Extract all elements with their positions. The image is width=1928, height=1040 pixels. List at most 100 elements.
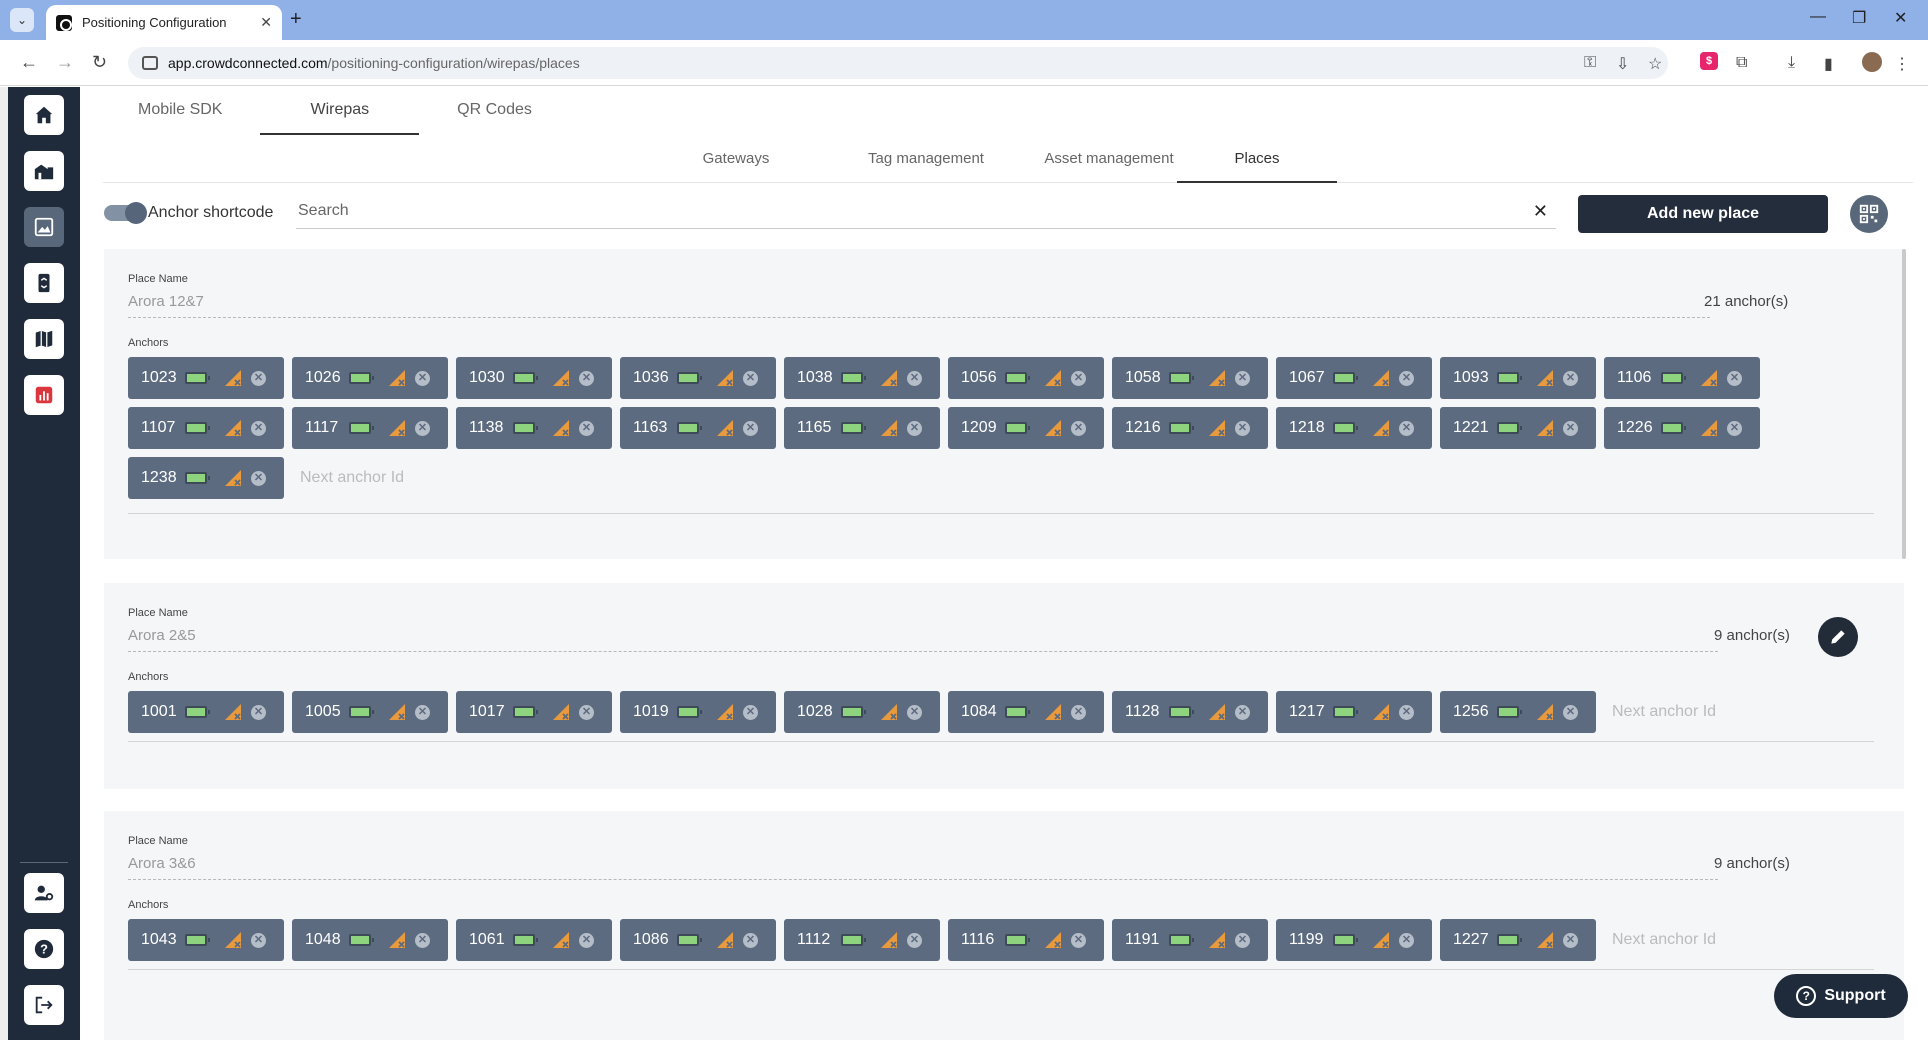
anchor-chip[interactable]: 1030 ✕ (456, 357, 612, 399)
remove-anchor-icon[interactable]: ✕ (415, 420, 430, 436)
browser-tab[interactable]: Positioning Configuration ✕ (46, 5, 282, 40)
remove-anchor-icon[interactable]: ✕ (1399, 420, 1414, 436)
remove-anchor-icon[interactable]: ✕ (743, 370, 758, 386)
remove-anchor-icon[interactable]: ✕ (907, 370, 922, 386)
remove-anchor-icon[interactable]: ✕ (1399, 932, 1414, 948)
remove-anchor-icon[interactable]: ✕ (579, 932, 594, 948)
remove-anchor-icon[interactable]: ✕ (907, 704, 922, 720)
anchor-chip[interactable]: 1116 ✕ (948, 919, 1104, 961)
anchor-chip[interactable]: 1086 ✕ (620, 919, 776, 961)
tab-mobile-sdk[interactable]: Mobile SDK (100, 87, 260, 135)
anchor-chip[interactable]: 1217 ✕ (1276, 691, 1432, 733)
remove-anchor-icon[interactable]: ✕ (743, 932, 758, 948)
anchor-chip[interactable]: 1216 ✕ (1112, 407, 1268, 449)
mobile-app-icon[interactable] (24, 263, 64, 303)
next-anchor-input[interactable] (1604, 691, 1774, 733)
bookmark-star-icon[interactable]: ☆ (1648, 54, 1662, 74)
profile-avatar[interactable] (1862, 52, 1882, 72)
remove-anchor-icon[interactable]: ✕ (1071, 420, 1086, 436)
anchor-chip[interactable]: 1256 ✕ (1440, 691, 1596, 733)
remove-anchor-icon[interactable]: ✕ (1727, 370, 1742, 386)
remove-anchor-icon[interactable]: ✕ (1563, 370, 1578, 386)
remove-anchor-icon[interactable]: ✕ (1071, 704, 1086, 720)
remove-anchor-icon[interactable]: ✕ (1399, 704, 1414, 720)
side-panel-icon[interactable]: ▮ (1824, 54, 1833, 74)
tab-wirepas[interactable]: Wirepas (260, 87, 420, 135)
venue-building-icon[interactable] (24, 151, 64, 191)
remove-anchor-icon[interactable]: ✕ (1071, 370, 1086, 386)
remove-anchor-icon[interactable]: ✕ (251, 420, 266, 436)
places-list[interactable]: Place Name Arora 12&7 21 anchor(s) Ancho… (104, 249, 1904, 1040)
anchor-chip[interactable]: 1036 ✕ (620, 357, 776, 399)
place-name-value[interactable]: Arora 12&7 (128, 293, 204, 310)
password-key-icon[interactable]: ⚿ (1584, 54, 1596, 72)
anchor-chip[interactable]: 1038 ✕ (784, 357, 940, 399)
anchor-chip[interactable]: 1043 ✕ (128, 919, 284, 961)
tab-gateways[interactable]: Gateways (666, 135, 806, 183)
remove-anchor-icon[interactable]: ✕ (1071, 932, 1086, 948)
forward-icon[interactable]: → (56, 52, 74, 73)
remove-anchor-icon[interactable]: ✕ (251, 370, 266, 386)
tab-search-chevron-icon[interactable]: ⌄ (10, 8, 34, 32)
anchor-chip[interactable]: 1209 ✕ (948, 407, 1104, 449)
remove-anchor-icon[interactable]: ✕ (907, 420, 922, 436)
remove-anchor-icon[interactable]: ✕ (251, 470, 266, 486)
anchor-chip[interactable]: 1026 ✕ (292, 357, 448, 399)
remove-anchor-icon[interactable]: ✕ (415, 704, 430, 720)
install-app-icon[interactable]: ⇩ (1616, 54, 1629, 74)
downloads-icon[interactable]: ⤓ (1788, 54, 1795, 72)
window-close-icon[interactable]: ✕ (1894, 8, 1907, 28)
remove-anchor-icon[interactable]: ✕ (251, 932, 266, 948)
place-name-value[interactable]: Arora 3&6 (128, 855, 196, 872)
new-tab-icon[interactable]: + (290, 8, 302, 31)
tab-close-icon[interactable]: ✕ (260, 14, 272, 31)
remove-anchor-icon[interactable]: ✕ (1563, 932, 1578, 948)
support-button[interactable]: ? Support (1774, 974, 1908, 1018)
home-icon[interactable] (24, 95, 64, 135)
anchor-chip[interactable]: 1163 ✕ (620, 407, 776, 449)
next-anchor-input[interactable] (1604, 919, 1774, 961)
site-info-icon[interactable] (142, 56, 158, 70)
anchor-chip[interactable]: 1221 ✕ (1440, 407, 1596, 449)
anchor-chip[interactable]: 1056 ✕ (948, 357, 1104, 399)
remove-anchor-icon[interactable]: ✕ (907, 932, 922, 948)
clear-search-icon[interactable]: ✕ (1533, 201, 1548, 222)
remove-anchor-icon[interactable]: ✕ (1563, 704, 1578, 720)
add-new-place-button[interactable]: Add new place (1578, 195, 1828, 233)
logout-icon[interactable] (24, 985, 64, 1025)
anchor-chip[interactable]: 1028 ✕ (784, 691, 940, 733)
place-name-value[interactable]: Arora 2&5 (128, 627, 196, 644)
anchor-chip[interactable]: 1138 ✕ (456, 407, 612, 449)
back-icon[interactable]: ← (20, 52, 38, 73)
remove-anchor-icon[interactable]: ✕ (1235, 420, 1250, 436)
edit-place-button[interactable] (1818, 617, 1858, 657)
remove-anchor-icon[interactable]: ✕ (1727, 420, 1742, 436)
qr-scan-button[interactable] (1850, 195, 1888, 233)
extension-icon[interactable]: $ (1700, 52, 1718, 70)
tab-places[interactable]: Places (1177, 135, 1337, 183)
anchor-chip[interactable]: 1048 ✕ (292, 919, 448, 961)
anchor-chip[interactable]: 1117 ✕ (292, 407, 448, 449)
remove-anchor-icon[interactable]: ✕ (415, 932, 430, 948)
anchor-chip[interactable]: 1017 ✕ (456, 691, 612, 733)
anchor-chip[interactable]: 1218 ✕ (1276, 407, 1432, 449)
anchor-chip[interactable]: 1226 ✕ (1604, 407, 1760, 449)
anchor-chip[interactable]: 1093 ✕ (1440, 357, 1596, 399)
user-settings-icon[interactable] (24, 873, 64, 913)
remove-anchor-icon[interactable]: ✕ (1235, 932, 1250, 948)
remove-anchor-icon[interactable]: ✕ (579, 420, 594, 436)
anchor-chip[interactable]: 1106 ✕ (1604, 357, 1760, 399)
analytics-chart-icon[interactable] (24, 375, 64, 415)
minimize-icon[interactable]: — (1810, 8, 1826, 26)
remove-anchor-icon[interactable]: ✕ (579, 704, 594, 720)
anchor-chip[interactable]: 1058 ✕ (1112, 357, 1268, 399)
map-icon[interactable] (24, 319, 64, 359)
tab-tag-management[interactable]: Tag management (846, 135, 1006, 183)
anchor-chip[interactable]: 1023 ✕ (128, 357, 284, 399)
anchor-chip[interactable]: 1165 ✕ (784, 407, 940, 449)
anchor-chip[interactable]: 1005 ✕ (292, 691, 448, 733)
anchor-chip[interactable]: 1199 ✕ (1276, 919, 1432, 961)
scrollbar-thumb[interactable] (1902, 249, 1906, 559)
anchor-chip[interactable]: 1128 ✕ (1112, 691, 1268, 733)
tab-asset-management[interactable]: Asset management (1019, 135, 1199, 183)
